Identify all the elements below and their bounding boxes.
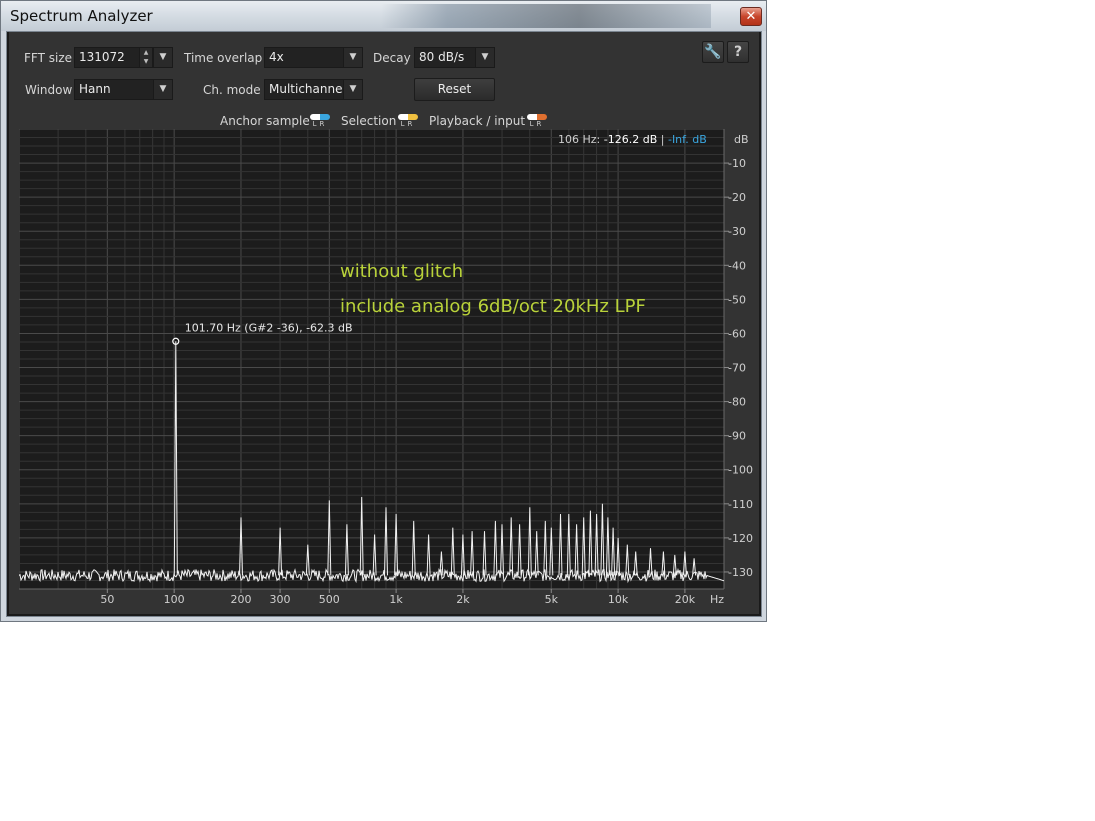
readout-right-db: -Inf. dB [667, 133, 707, 146]
annotation-line-1: without glitch [340, 261, 463, 282]
time-overlap-label: Time overlap [184, 51, 263, 65]
close-icon: ✕ [745, 9, 757, 24]
readout-separator: | [660, 133, 665, 146]
x-tick-label: 500 [319, 593, 340, 606]
x-tick-label: 2k [456, 593, 470, 606]
fft-size-label: FFT size [24, 51, 73, 65]
readout-left-db: -126.2 dB [603, 133, 658, 146]
channel-mode-select[interactable]: Multichannel [264, 79, 346, 100]
lr-label: LR [312, 120, 328, 128]
chevron-down-icon: ▼ [481, 52, 489, 62]
title-bar[interactable]: Spectrum Analyzer ✕ [1, 1, 766, 31]
fft-size-dropdown-button[interactable]: ▼ [153, 47, 173, 68]
decay-select[interactable]: 80 dB/s [414, 47, 476, 68]
peak-marker-label: 101.70 Hz (G#2 -36), -62.3 dB [185, 321, 353, 334]
channel-mode-label: Ch. mode [203, 83, 261, 97]
playback-input-toggle[interactable]: LR [527, 114, 547, 128]
y-tick-label: -100 [728, 464, 753, 477]
y-tick-label: -70 [728, 362, 746, 375]
close-button[interactable]: ✕ [740, 7, 762, 26]
y-axis-ticks: -10 -20 -30 -40 -50 -60 -70 -80 -90 -100 -110 -120 -… [724, 157, 753, 579]
stepper-up-icon[interactable]: ▲ [144, 49, 149, 56]
x-tick-label: 20k [675, 593, 696, 606]
fft-size-stepper[interactable]: ▲ ▼ [139, 47, 153, 68]
selection-toggle[interactable]: LR [398, 114, 418, 128]
y-tick-label: -50 [728, 293, 746, 306]
channel-mode-dropdown-button[interactable]: ▼ [343, 79, 363, 100]
x-tick-label: 100 [164, 593, 185, 606]
y-axis-unit: dB [734, 133, 749, 146]
anchor-sample-toggle[interactable]: LR [310, 114, 330, 128]
playback-input-label: Playback / input [429, 114, 526, 128]
y-tick-label: -30 [728, 225, 746, 238]
y-tick-label: -60 [728, 327, 746, 340]
y-tick-label: -110 [728, 498, 753, 511]
lr-label: LR [529, 120, 545, 128]
help-button[interactable]: ? [727, 41, 749, 63]
reset-button[interactable]: Reset [414, 78, 495, 101]
chevron-down-icon: ▼ [159, 52, 167, 62]
x-axis-unit: Hz [710, 593, 724, 606]
spectrum-plot[interactable]: -10 -20 -30 -40 -50 -60 -70 -80 -90 -100 -110 -120 -… [19, 129, 759, 614]
x-tick-label: 1k [389, 593, 403, 606]
time-overlap-select[interactable]: 4x [264, 47, 344, 68]
decay-label: Decay [373, 51, 411, 65]
annotation-line-2: include analog 6dB/oct 20kHz LPF [340, 296, 646, 317]
anchor-sample-label: Anchor sample [220, 114, 310, 128]
window-function-select[interactable]: Hann [74, 79, 154, 100]
chevron-down-icon: ▼ [349, 84, 357, 94]
x-tick-label: 50 [100, 593, 114, 606]
y-tick-label: -130 [728, 566, 753, 579]
chevron-down-icon: ▼ [349, 52, 357, 62]
fft-size-field[interactable]: 131072 [74, 47, 140, 68]
y-tick-label: -40 [728, 259, 746, 272]
time-overlap-dropdown-button[interactable]: ▼ [343, 47, 363, 68]
x-tick-label: 10k [608, 593, 629, 606]
x-tick-label: 200 [230, 593, 251, 606]
x-tick-label: 300 [270, 593, 291, 606]
lr-label: LR [400, 120, 416, 128]
y-tick-label: -20 [728, 191, 746, 204]
y-tick-label: -90 [728, 430, 746, 443]
wrench-icon: 🔧 [704, 44, 722, 60]
decay-dropdown-button[interactable]: ▼ [475, 47, 495, 68]
title-bar-background [381, 4, 711, 28]
chevron-down-icon: ▼ [159, 84, 167, 94]
x-axis-ticks: 50 100 200 300 500 1k 2k 5k 10k 20k [100, 589, 696, 606]
readout-frequency: 106 Hz: [558, 133, 601, 146]
selection-label: Selection [341, 114, 397, 128]
stepper-down-icon[interactable]: ▼ [144, 58, 149, 65]
y-tick-label: -10 [728, 157, 746, 170]
x-tick-label: 5k [545, 593, 559, 606]
window-function-dropdown-button[interactable]: ▼ [153, 79, 173, 100]
help-icon: ? [733, 44, 743, 60]
window-title: Spectrum Analyzer [10, 7, 153, 25]
y-tick-label: -80 [728, 396, 746, 409]
cursor-readout: 106 Hz: -126.2 dB | -Inf. dB [558, 133, 707, 146]
window-function-label: Window [25, 83, 73, 97]
settings-button[interactable]: 🔧 [702, 41, 724, 63]
y-tick-label: -120 [728, 532, 753, 545]
